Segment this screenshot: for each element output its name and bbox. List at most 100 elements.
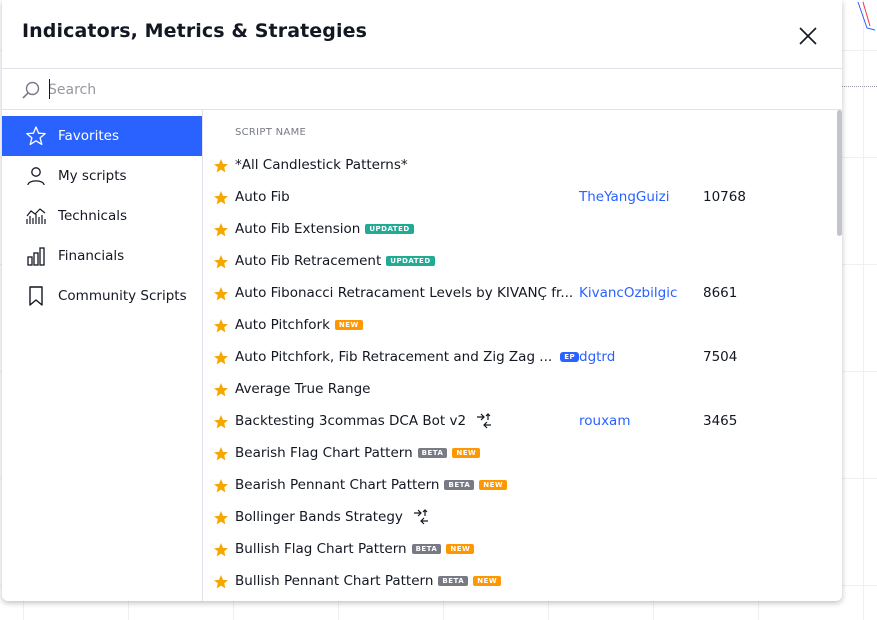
script-row[interactable]: *All Candlestick Patterns*	[203, 150, 833, 182]
dialog-header: Indicators, Metrics & Strategies	[2, 0, 842, 68]
script-author-link[interactable]: TheYangGuizi	[579, 189, 670, 205]
dialog-title: Indicators, Metrics & Strategies	[22, 20, 368, 42]
strategy-icon	[475, 413, 493, 429]
script-row[interactable]: Backtesting 3commas DCA Bot v2 rouxam 3465	[203, 406, 833, 438]
close-button[interactable]	[796, 24, 820, 48]
favorite-star-icon[interactable]	[213, 350, 229, 366]
script-name-text: Auto Fib Extension	[235, 221, 361, 237]
script-list[interactable]: SCRIPT NAME *All Candlestick Patterns* Au…	[203, 110, 842, 601]
favorite-star-icon[interactable]	[213, 222, 229, 238]
script-name-text: Average True Range	[235, 381, 371, 397]
chart-bars-icon	[25, 205, 47, 227]
script-row[interactable]: Auto Fibonacci Retracament Levels by KIV…	[203, 278, 833, 310]
script-name-text: Bearish Pennant Chart Pattern	[235, 477, 440, 493]
script-likes-count: 3465	[703, 413, 738, 429]
script-name-text: Auto Pitchfork, Fib Retracement and Zig …	[235, 349, 553, 365]
updated-badge: UPDATED	[365, 224, 414, 234]
new-badge: NEW	[473, 576, 502, 586]
category-sidebar: Favorites My scripts Technicals Financials C…	[2, 110, 203, 601]
script-row[interactable]: Bollinger Bands Strategy	[203, 502, 833, 534]
script-name: Bollinger Bands Strategy	[235, 509, 430, 525]
favorite-star-icon[interactable]	[213, 574, 229, 590]
favorite-star-icon[interactable]	[213, 478, 229, 494]
favorite-star-icon[interactable]	[213, 286, 229, 302]
search-bar	[2, 68, 842, 110]
chart-price-line	[842, 86, 877, 87]
script-name-text: Auto Pitchfork	[235, 317, 330, 333]
script-name: Backtesting 3commas DCA Bot v2	[235, 413, 493, 429]
sidebar-item-my-scripts[interactable]: My scripts	[2, 156, 202, 196]
script-row[interactable]: Average True Range	[203, 374, 833, 406]
favorite-star-icon[interactable]	[213, 254, 229, 270]
script-name-text: Auto Fib Retracement	[235, 253, 382, 269]
text-caret	[49, 79, 50, 99]
script-name: Auto Fibonacci Retracament Levels by KIV…	[235, 285, 573, 301]
script-name: Auto Fib Extension UPDATED	[235, 221, 414, 237]
script-row[interactable]: Bearish Pennant Chart Pattern BETA NEW	[203, 470, 833, 502]
new-badge: NEW	[452, 448, 481, 458]
favorite-star-icon[interactable]	[213, 158, 229, 174]
sidebar-item-favorites[interactable]: Favorites	[2, 116, 202, 156]
favorite-star-icon[interactable]	[213, 382, 229, 398]
user-icon	[25, 165, 47, 187]
beta-badge: BETA	[438, 576, 469, 586]
strategy-icon	[412, 509, 430, 525]
script-name-text: Bullish Pennant Chart Pattern	[235, 573, 434, 589]
script-name: Bullish Flag Chart Pattern BETA NEW	[235, 541, 475, 557]
indicators-dialog: Indicators, Metrics & Strategies Favorit…	[2, 0, 842, 601]
sidebar-item-financials[interactable]: Financials	[2, 236, 202, 276]
favorite-star-icon[interactable]	[213, 190, 229, 206]
script-row[interactable]: Auto Pitchfork NEW	[203, 310, 833, 342]
bookmark-icon	[25, 285, 47, 307]
script-row[interactable]: Bullish Flag Chart Pattern BETA NEW	[203, 534, 833, 566]
script-row[interactable]: Auto Fib Extension UPDATED	[203, 214, 833, 246]
ep-badge: EP	[560, 352, 580, 362]
script-name-text: Auto Fibonacci Retracament Levels by KIV…	[235, 285, 574, 301]
chart-series-fragment	[857, 1, 876, 31]
new-badge: NEW	[479, 480, 508, 490]
script-author-link[interactable]: KivancOzbilgic	[579, 285, 677, 301]
script-author-link[interactable]: dgtrd	[579, 349, 615, 365]
script-name: Bearish Flag Chart Pattern BETA NEW	[235, 445, 481, 461]
close-icon	[799, 27, 817, 45]
sidebar-item-technicals[interactable]: Technicals	[2, 196, 202, 236]
sidebar-item-label: Favorites	[58, 128, 119, 144]
script-likes-count: 8661	[703, 285, 738, 301]
beta-badge: BETA	[417, 448, 448, 458]
script-name: Auto Pitchfork, Fib Retracement and Zig …	[235, 349, 580, 365]
script-row[interactable]: Auto Fib TheYangGuizi 10768	[203, 182, 833, 214]
script-author-link[interactable]: rouxam	[579, 413, 630, 429]
script-row[interactable]: Bearish Flag Chart Pattern BETA NEW	[203, 438, 833, 470]
script-name-text: Backtesting 3commas DCA Bot v2	[235, 413, 467, 429]
sidebar-item-label: Technicals	[58, 208, 128, 224]
star-outline-icon	[25, 125, 47, 147]
script-name-text: Bullish Flag Chart Pattern	[235, 541, 407, 557]
beta-badge: BETA	[411, 544, 442, 554]
script-likes-count: 7504	[703, 349, 738, 365]
list-scrollbar[interactable]	[837, 110, 842, 236]
favorite-star-icon[interactable]	[213, 414, 229, 430]
sidebar-item-label: My scripts	[58, 168, 127, 184]
script-name: Average True Range	[235, 381, 370, 397]
column-header-script-name: SCRIPT NAME	[235, 127, 307, 138]
script-row[interactable]: Bullish Pennant Chart Pattern BETA NEW	[203, 566, 833, 598]
script-likes-count: 10768	[703, 189, 746, 205]
script-row[interactable]: Auto Fib Retracement UPDATED	[203, 246, 833, 278]
financials-icon	[25, 245, 47, 267]
script-row[interactable]: Auto Pitchfork, Fib Retracement and Zig …	[203, 342, 833, 374]
new-badge: NEW	[334, 320, 363, 330]
new-badge: NEW	[446, 544, 475, 554]
script-name: *All Candlestick Patterns*	[235, 157, 408, 173]
script-name: Auto Fib Retracement UPDATED	[235, 253, 435, 269]
search-input[interactable]	[48, 77, 808, 103]
script-name-text: *All Candlestick Patterns*	[235, 157, 408, 173]
favorite-star-icon[interactable]	[213, 446, 229, 462]
favorite-star-icon[interactable]	[213, 318, 229, 334]
script-name: Bullish Pennant Chart Pattern BETA NEW	[235, 573, 502, 589]
search-icon	[22, 81, 40, 99]
favorite-star-icon[interactable]	[213, 510, 229, 526]
sidebar-item-community-scripts[interactable]: Community Scripts	[2, 276, 202, 316]
favorite-star-icon[interactable]	[213, 542, 229, 558]
script-name: Auto Pitchfork NEW	[235, 317, 363, 333]
script-name-text: Bearish Flag Chart Pattern	[235, 445, 413, 461]
